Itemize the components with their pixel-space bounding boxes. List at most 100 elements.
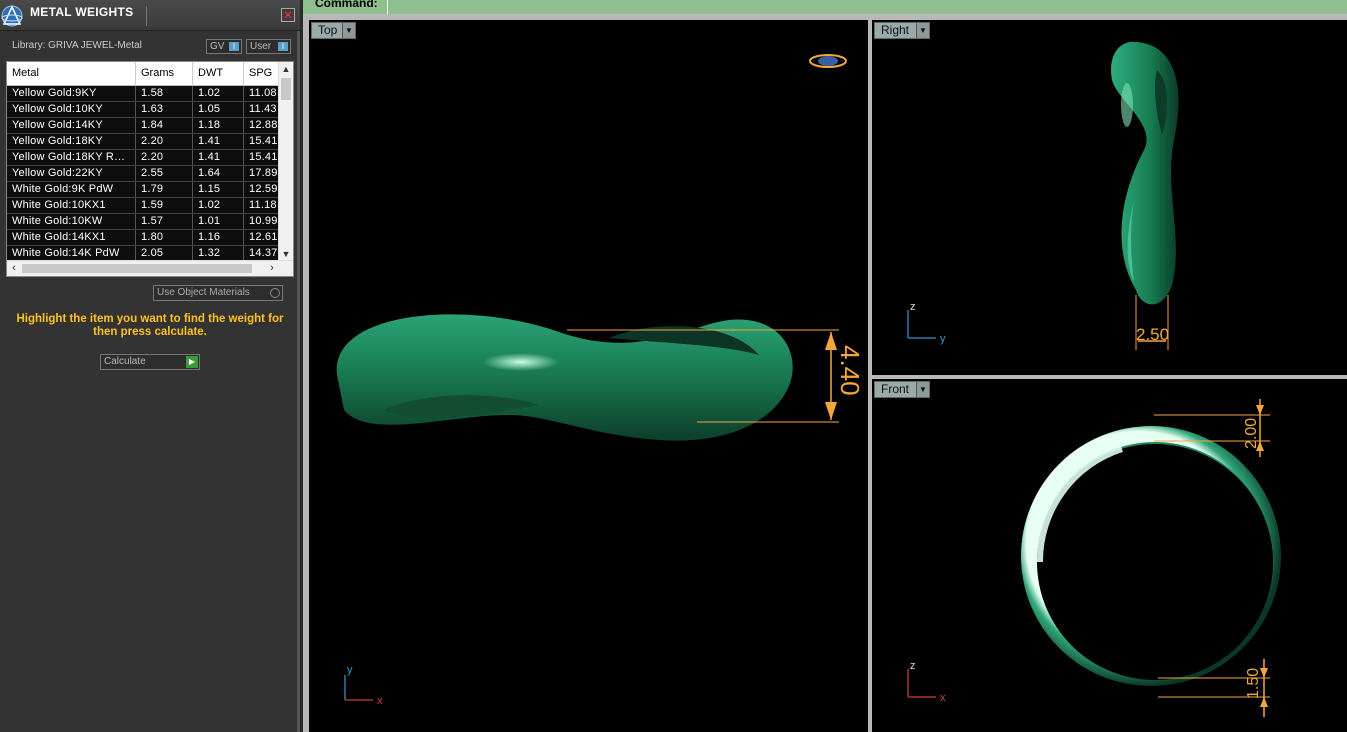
dwt-cell: 1.41 <box>193 150 244 165</box>
use-object-materials-label: Use Object Materials <box>157 287 250 298</box>
use-object-materials-checkbox[interactable]: Use Object Materials <box>153 285 283 301</box>
header-metal[interactable]: Metal <box>7 62 136 85</box>
gv-toggle-label: GV <box>210 41 225 52</box>
table-row[interactable]: Yellow Gold:10KY 1.63 1.05 11.43 <box>7 102 280 118</box>
dwt-cell: 1.18 <box>193 118 244 133</box>
hscroll-thumb[interactable] <box>22 264 252 273</box>
spg-cell: 12.88 <box>244 118 280 133</box>
table-row[interactable]: Yellow Gold:14KY 1.84 1.18 12.88 <box>7 118 280 134</box>
app-logo-icon <box>1 5 23 27</box>
instruction-text: Highlight the item you want to find the … <box>16 313 284 338</box>
front-dimension-bottom: 1.50 <box>1245 668 1262 699</box>
dwt-cell: 1.41 <box>193 134 244 149</box>
command-bar[interactable]: Command: <box>303 0 1347 15</box>
front-dimension-top: 2.00 <box>1243 418 1260 449</box>
top-axis-y: y <box>347 664 353 676</box>
table-row[interactable]: White Gold:9K PdW 1.79 1.15 12.59 <box>7 182 280 198</box>
spg-cell: 14.37 <box>244 246 280 261</box>
metal-weights-panel: METAL WEIGHTS ✕ Library: GRIVA JEWEL-Met… <box>0 0 300 732</box>
header-spg[interactable]: SPG <box>244 62 280 85</box>
grams-cell: 1.57 <box>136 214 193 229</box>
spg-cell: 11.18 <box>244 198 280 213</box>
right-view-canvas: 2.50 z y <box>907 41 1179 350</box>
table-row[interactable]: White Gold:10KX1 1.59 1.02 11.18 <box>7 198 280 214</box>
metal-cell: White Gold:14K PdW <box>7 246 136 261</box>
metal-cell: Yellow Gold:10KY <box>7 102 136 117</box>
close-icon[interactable]: ✕ <box>281 8 295 22</box>
table-row[interactable]: Yellow Gold:22KY 2.55 1.64 17.89 <box>7 166 280 182</box>
spg-cell: 10.99 <box>244 214 280 229</box>
calculate-label: Calculate <box>104 356 146 367</box>
spg-cell: 15.41 <box>244 150 280 165</box>
top-axis-x: x <box>377 695 383 707</box>
scroll-left-icon[interactable]: ‹ <box>7 261 21 276</box>
metal-cell: Yellow Gold:14KY <box>7 118 136 133</box>
metal-cell: Yellow Gold:18KY R… <box>7 150 136 165</box>
grams-cell: 2.05 <box>136 246 193 261</box>
axis-gizmo: z y <box>907 301 946 345</box>
grams-cell: 1.63 <box>136 102 193 117</box>
gv-toggle-box: I <box>229 42 239 51</box>
ring-side-model <box>1111 41 1179 305</box>
horizontal-scrollbar[interactable]: ‹ › <box>7 260 293 276</box>
command-label: Command: <box>315 0 378 10</box>
grams-cell: 1.58 <box>136 86 193 101</box>
top-viewport[interactable]: Top ▼ 4.40 y x <box>309 20 868 732</box>
header-dwt[interactable]: DWT <box>193 62 244 85</box>
spg-cell: 12.61 <box>244 230 280 245</box>
right-dimension-label: 2.50 <box>1136 325 1169 344</box>
metal-table[interactable]: Metal Grams DWT SPG Yellow Gold:9KY 1.58 1… <box>6 61 294 277</box>
right-axis-z: z <box>910 301 916 313</box>
dwt-cell: 1.02 <box>193 198 244 213</box>
metal-cell: White Gold:10KX1 <box>7 198 136 213</box>
top-view-canvas: 4.40 y x <box>336 54 865 707</box>
front-axis-z: z <box>910 660 916 672</box>
spg-cell: 17.89 <box>244 166 280 181</box>
dwt-cell: 1.01 <box>193 214 244 229</box>
scroll-right-icon[interactable]: › <box>265 261 279 276</box>
table-row[interactable]: White Gold:14KX1 1.80 1.16 12.61 <box>7 230 280 246</box>
dwt-cell: 1.02 <box>193 86 244 101</box>
grams-cell: 2.20 <box>136 150 193 165</box>
library-label: Library: GRIVA JEWEL-Metal <box>12 40 142 51</box>
top-dimension-label: 4.40 <box>835 345 865 396</box>
scroll-down-icon[interactable]: ▼ <box>279 247 293 261</box>
metal-cell: White Gold:14KX1 <box>7 230 136 245</box>
dwt-cell: 1.16 <box>193 230 244 245</box>
table-row[interactable]: Yellow Gold:18KY 2.20 1.41 15.41 <box>7 134 280 150</box>
spg-cell: 15.41 <box>244 134 280 149</box>
gv-toggle[interactable]: GV I <box>206 39 242 54</box>
dwt-cell: 1.15 <box>193 182 244 197</box>
grams-cell: 1.84 <box>136 118 193 133</box>
vertical-scrollbar[interactable]: ▲ ▼ <box>278 62 293 261</box>
grams-cell: 2.20 <box>136 134 193 149</box>
right-viewport[interactable]: Right ▼ 2.50 z y <box>872 20 1347 375</box>
viewport-area: Top ▼ 4.40 y x Right ▼ 2.50 z y Front ▼ … <box>303 14 1347 732</box>
dwt-cell: 1.05 <box>193 102 244 117</box>
front-axis-x: x <box>940 692 946 704</box>
view-cube-icon <box>809 54 847 68</box>
front-view-canvas: 2.00 1.50 z x <box>907 399 1281 717</box>
user-toggle-box: I <box>278 42 288 51</box>
panel-titlebar: METAL WEIGHTS ✕ <box>0 0 300 31</box>
user-toggle[interactable]: User I <box>246 39 291 54</box>
table-header: Metal Grams DWT SPG <box>7 62 280 86</box>
calculate-arrow-icon: ▶ <box>186 356 198 368</box>
front-viewport[interactable]: Front ▼ 2.00 1.50 z x <box>872 379 1347 732</box>
table-row[interactable]: Yellow Gold:18KY R… 2.20 1.41 15.41 <box>7 150 280 166</box>
grams-cell: 2.55 <box>136 166 193 181</box>
header-grams[interactable]: Grams <box>136 62 193 85</box>
metal-cell: White Gold:9K PdW <box>7 182 136 197</box>
scroll-up-icon[interactable]: ▲ <box>279 62 293 76</box>
grams-cell: 1.80 <box>136 230 193 245</box>
spg-cell: 11.08 <box>244 86 280 101</box>
metal-cell: White Gold:10KW <box>7 214 136 229</box>
table-row[interactable]: White Gold:10KW 1.57 1.01 10.99 <box>7 214 280 230</box>
metal-cell: Yellow Gold:9KY <box>7 86 136 101</box>
right-axis-y: y <box>940 333 946 345</box>
scroll-thumb[interactable] <box>281 78 291 100</box>
dwt-cell: 1.32 <box>193 246 244 261</box>
table-row[interactable]: Yellow Gold:9KY 1.58 1.02 11.08 <box>7 86 280 102</box>
table-body: Yellow Gold:9KY 1.58 1.02 11.08 Yellow Gold:… <box>7 86 280 262</box>
calculate-button[interactable]: Calculate ▶ <box>100 354 200 370</box>
